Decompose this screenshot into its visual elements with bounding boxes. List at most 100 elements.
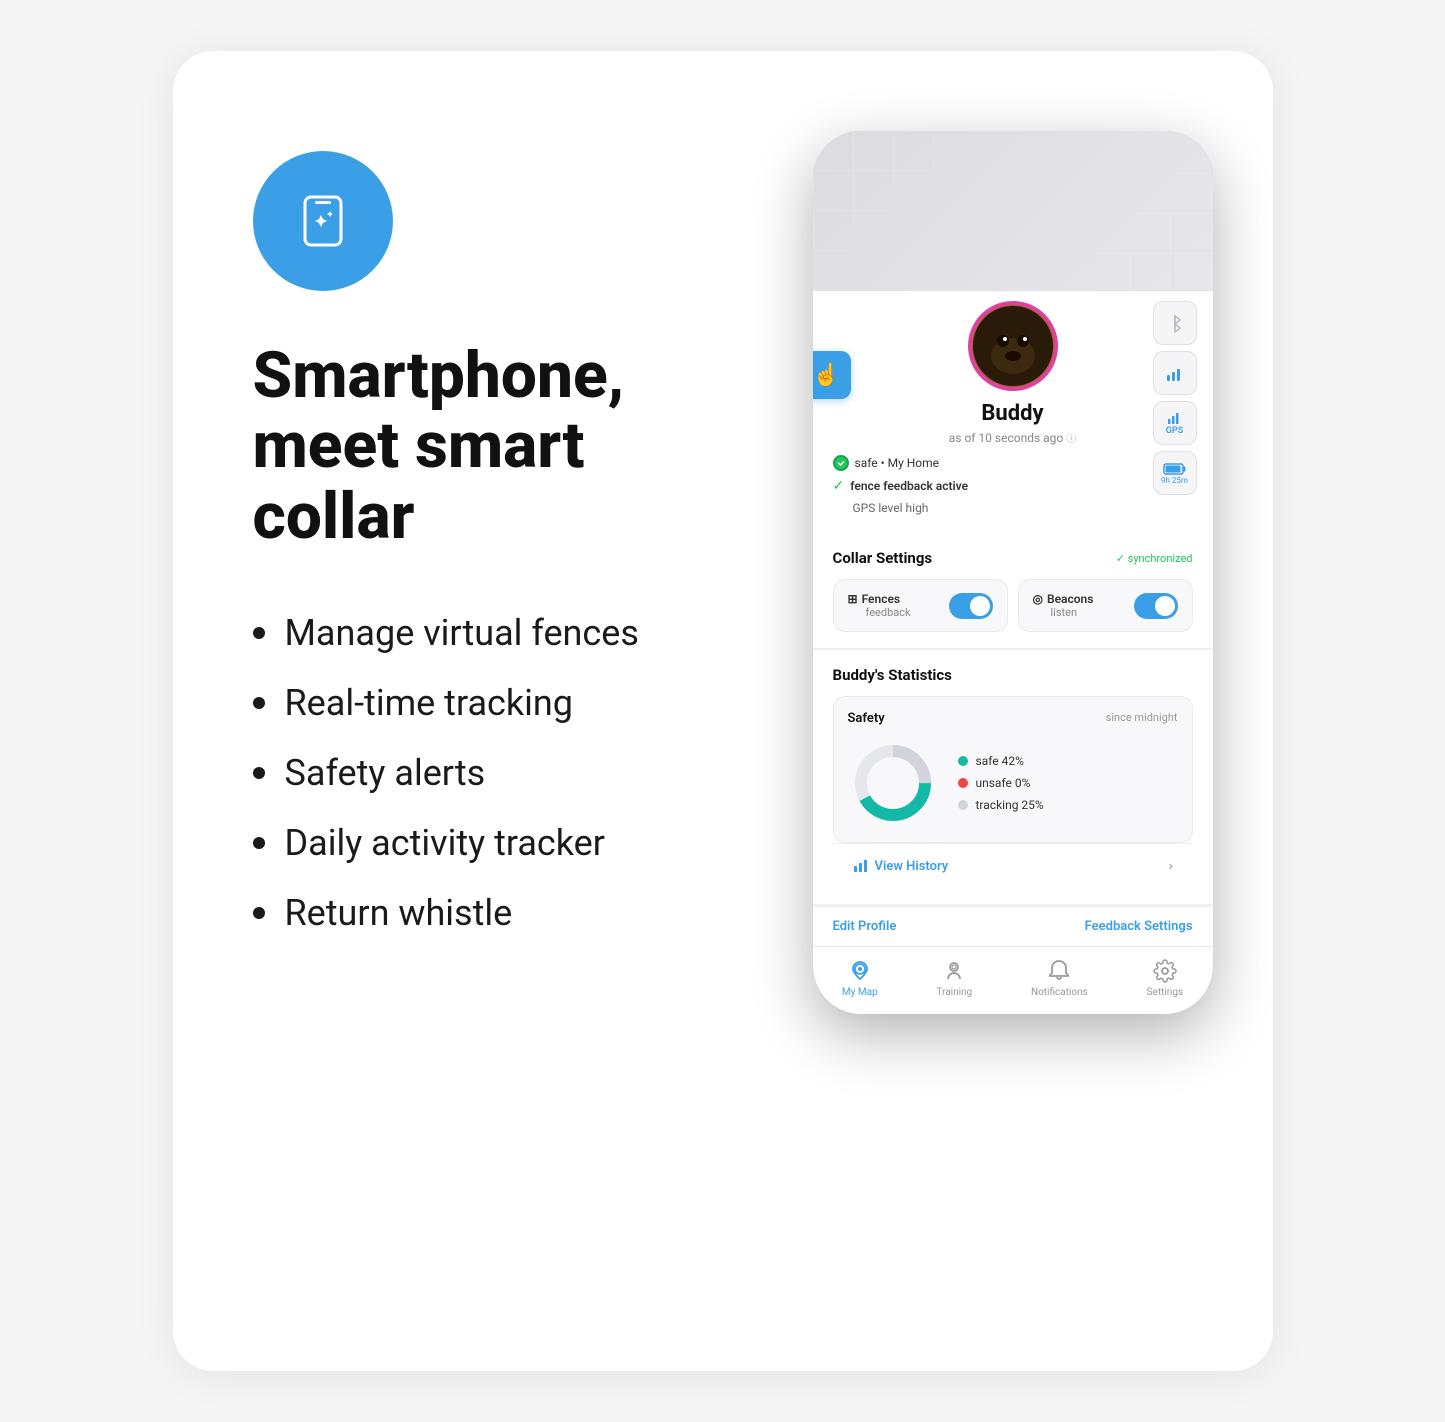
beacons-radio-icon: ◎ [1033,592,1043,606]
feedback-settings-link[interactable]: Feedback Settings [1085,919,1193,934]
tab-my-map-label: My Map [842,987,878,998]
settings-toggles-row: ⊞ Fences feedback ◎ Beaco [833,579,1193,632]
history-bar-icon [853,858,869,874]
feature-item-2: Real-time tracking [253,682,753,724]
unsafe-dot [958,778,968,788]
profile-main: Buddy as of 10 seconds ago ⓘ [833,301,1193,519]
fences-toggle[interactable] [949,593,993,619]
fences-setting-card: ⊞ Fences feedback [833,579,1008,632]
beacons-icon-label: ◎ Beacons [1033,592,1094,606]
chevron-right-icon: › [1169,859,1173,874]
battery-icon-box: 9h 25m [1153,451,1197,495]
view-history-left: View History [853,858,949,874]
safety-card-header: Safety since midnight [848,711,1178,726]
timestamp-text: as of 10 seconds ago ⓘ [949,430,1077,445]
legend-tracking: tracking 25% [958,798,1044,812]
safe-status-text: safe • My Home [855,456,940,470]
signal-bars-icon [1165,363,1185,383]
tab-notifications[interactable]: Notifications [1031,959,1088,998]
stats-title-text: Buddy's Statistics [833,666,952,684]
statistics-section: Buddy's Statistics Safety since midnight [813,650,1213,904]
tab-my-map[interactable]: My Map [842,959,878,998]
donut-chart-row: safe 42% unsafe 0% tracking 25% [848,738,1178,828]
beacons-toggle[interactable] [1134,593,1178,619]
view-history-label: View History [875,859,949,874]
unsafe-legend-text: unsafe 0% [976,776,1031,790]
signal-icon-box [1153,351,1197,395]
my-map-icon [848,959,872,983]
timestamp-label: as of 10 seconds ago [949,431,1064,445]
safe-status-row: safe • My Home [833,455,940,471]
dog-avatar [968,301,1058,391]
status-info: safe • My Home ✓ fence feedback active G… [833,455,1193,519]
info-icon: ⓘ [1066,434,1076,445]
stats-section-header: Buddy's Statistics [833,666,1193,684]
bullet-icon [253,627,265,639]
feature-item-3: Safety alerts [253,752,753,794]
fence-status-row: ✓ fence feedback active [833,478,969,494]
features-list: Manage virtual fences Real-time tracking… [253,612,753,934]
bullet-icon [253,697,265,709]
donut-chart [848,738,938,828]
synchronized-label: ✓ synchronized [1116,552,1193,565]
fences-label-text: Fences [862,592,901,606]
feature-item-4: Daily activity tracker [253,822,753,864]
check-icon: ✓ [833,478,845,494]
beacons-label-text: Beacons [1047,592,1093,606]
fences-sub-text: feedback [848,606,911,619]
tab-settings[interactable]: Settings [1147,959,1184,998]
bluetooth-icon-box [1153,301,1197,345]
profile-area: Buddy as of 10 seconds ago ⓘ [813,291,1213,533]
phone-mockup: › ☝ [813,131,1213,1014]
settings-gear-icon [1153,959,1177,983]
dog-image-svg [973,306,1053,386]
tab-settings-label: Settings [1147,987,1184,998]
tab-training[interactable]: Training [936,959,972,998]
safe-dot [958,756,968,766]
training-icon [942,959,966,983]
battery-icon [1163,462,1187,476]
view-history-row[interactable]: View History › [833,843,1193,888]
edit-profile-link[interactable]: Edit Profile [833,919,897,934]
beacons-sub-text: listen [1033,606,1094,619]
hand-pointer-button[interactable]: ☝ [813,351,851,399]
feature-label-2: Real-time tracking [285,682,573,724]
safety-stats-card: Safety since midnight [833,696,1193,843]
bottom-links-row: Edit Profile Feedback Settings [813,906,1213,946]
safety-label-text: Safety [848,711,885,726]
collar-settings-title: Collar Settings [833,549,933,567]
left-section: Smartphone, meet smart collar Manage vir… [253,131,793,962]
main-headline: Smartphone, meet smart collar [253,341,753,552]
right-section: › ☝ [793,131,1213,1014]
phone-screen: › ☝ [813,131,1213,1014]
safe-label: safe • My Home [855,456,940,470]
feature-label-3: Safety alerts [285,752,486,794]
notifications-bell-icon [1047,959,1071,983]
collar-settings-section: Collar Settings ✓ synchronized ⊞ Fences … [813,533,1213,648]
beacons-setting-info: ◎ Beacons listen [1033,592,1094,619]
phone-sparkle-icon [293,191,353,251]
gps-icon-box: GPS [1153,401,1197,445]
since-midnight-text: since midnight [1106,711,1178,726]
fences-icon-label: ⊞ Fences [848,592,911,606]
bullet-icon [253,907,265,919]
bluetooth-icon [1165,313,1185,333]
map-area: › [813,131,1213,291]
feature-label-4: Daily activity tracker [285,822,605,864]
feature-item-1: Manage virtual fences [253,612,753,654]
device-icons-column: GPS 9h 25m [1153,301,1197,495]
feature-item-5: Return whistle [253,892,753,934]
safe-dot-icon [833,455,849,471]
gps-bars-icon [1167,410,1183,426]
legend-safe: safe 42% [958,754,1044,768]
donut-legend: safe 42% unsafe 0% tracking 25% [958,754,1044,812]
collar-settings-header: Collar Settings ✓ synchronized [833,549,1193,567]
tab-notifications-label: Notifications [1031,987,1088,998]
battery-time-text: 9h 25m [1161,476,1188,485]
fence-bars-icon: ⊞ [848,592,858,606]
safe-legend-text: safe 42% [976,754,1024,768]
gps-status-text: GPS level high [833,501,929,515]
legend-unsafe: unsafe 0% [958,776,1044,790]
gps-status-row: GPS level high [833,501,929,515]
tab-training-label: Training [936,987,972,998]
